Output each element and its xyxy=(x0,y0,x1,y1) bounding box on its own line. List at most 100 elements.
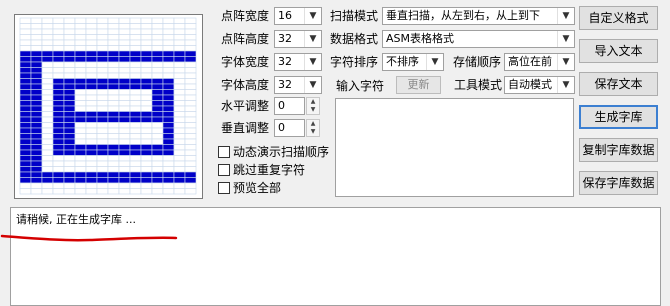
pixel-on[interactable] xyxy=(173,50,186,57)
pixel-on[interactable] xyxy=(41,56,54,63)
pixel-off[interactable] xyxy=(129,138,142,145)
pixel-off[interactable] xyxy=(140,155,153,162)
pixel-off[interactable] xyxy=(74,61,87,68)
pixel-off[interactable] xyxy=(118,17,131,24)
arrow-down-icon[interactable]: ▼ xyxy=(307,128,319,136)
pixel-off[interactable] xyxy=(85,188,98,195)
pixel-on[interactable] xyxy=(30,89,43,96)
pixel-off[interactable] xyxy=(41,78,54,85)
pixel-off[interactable] xyxy=(162,28,175,35)
generate-lib-button[interactable]: 生成字库 xyxy=(579,105,658,129)
arrow-up-icon[interactable]: ▲ xyxy=(307,120,319,128)
pixel-on[interactable] xyxy=(19,78,32,85)
import-text-button[interactable]: 导入文本 xyxy=(579,39,658,63)
pixel-off[interactable] xyxy=(63,34,76,41)
pixel-on[interactable] xyxy=(30,133,43,140)
scan-mode-select[interactable]: 垂直扫描，从左到右，从上到下 ▼ xyxy=(382,7,575,25)
pixel-off[interactable] xyxy=(173,94,186,101)
pixel-off[interactable] xyxy=(41,122,54,129)
pixel-off[interactable] xyxy=(74,138,87,145)
pixel-off[interactable] xyxy=(184,89,197,96)
pixel-off[interactable] xyxy=(140,182,153,189)
pixel-off[interactable] xyxy=(173,23,186,30)
pixel-on[interactable] xyxy=(52,50,65,57)
pixel-on[interactable] xyxy=(151,105,164,112)
pixel-on[interactable] xyxy=(52,111,65,118)
pixel-off[interactable] xyxy=(107,166,120,173)
pixel-off[interactable] xyxy=(30,182,43,189)
pixel-off[interactable] xyxy=(107,67,120,74)
pixel-on[interactable] xyxy=(151,177,164,184)
pixel-on[interactable] xyxy=(162,177,175,184)
pixel-off[interactable] xyxy=(184,45,197,52)
pixel-off[interactable] xyxy=(173,116,186,123)
pixel-off[interactable] xyxy=(118,133,131,140)
pixel-off[interactable] xyxy=(118,166,131,173)
pixel-off[interactable] xyxy=(96,166,109,173)
pixel-off[interactable] xyxy=(140,45,153,52)
pixel-off[interactable] xyxy=(96,45,109,52)
pixel-on[interactable] xyxy=(63,144,76,151)
pixel-on[interactable] xyxy=(52,133,65,140)
pixel-on[interactable] xyxy=(30,67,43,74)
pixel-on[interactable] xyxy=(30,100,43,107)
pixel-on[interactable] xyxy=(74,50,87,57)
pixel-on[interactable] xyxy=(30,155,43,162)
pixel-off[interactable] xyxy=(129,105,142,112)
pixel-off[interactable] xyxy=(85,133,98,140)
pixel-on[interactable] xyxy=(140,177,153,184)
pixel-on[interactable] xyxy=(19,100,32,107)
pixel-on[interactable] xyxy=(63,100,76,107)
pixel-off[interactable] xyxy=(151,61,164,68)
v-adjust-input[interactable]: 0 xyxy=(274,119,305,137)
pixel-off[interactable] xyxy=(129,34,142,41)
pixel-on[interactable] xyxy=(85,149,98,156)
pixel-off[interactable] xyxy=(74,122,87,129)
pixel-off[interactable] xyxy=(184,122,197,129)
pixel-on[interactable] xyxy=(52,138,65,145)
pixel-off[interactable] xyxy=(118,61,131,68)
pixel-on[interactable] xyxy=(52,144,65,151)
pixel-off[interactable] xyxy=(184,67,197,74)
pixel-off[interactable] xyxy=(41,89,54,96)
pixel-off[interactable] xyxy=(107,39,120,46)
pixel-off[interactable] xyxy=(151,67,164,74)
pixel-off[interactable] xyxy=(85,160,98,167)
pixel-on[interactable] xyxy=(162,116,175,123)
pixel-off[interactable] xyxy=(162,39,175,46)
pixel-on[interactable] xyxy=(63,177,76,184)
pixel-on[interactable] xyxy=(19,166,32,173)
pixel-off[interactable] xyxy=(96,133,109,140)
pixel-off[interactable] xyxy=(140,17,153,24)
pixel-on[interactable] xyxy=(162,105,175,112)
pixel-off[interactable] xyxy=(96,89,109,96)
pixel-off[interactable] xyxy=(129,61,142,68)
pixel-on[interactable] xyxy=(63,149,76,156)
pixel-off[interactable] xyxy=(63,39,76,46)
pixel-on[interactable] xyxy=(74,56,87,63)
pixel-on[interactable] xyxy=(162,138,175,145)
pixel-off[interactable] xyxy=(107,45,120,52)
pixel-off[interactable] xyxy=(41,94,54,101)
pixel-off[interactable] xyxy=(19,188,32,195)
pixel-off[interactable] xyxy=(173,188,186,195)
pixel-on[interactable] xyxy=(162,100,175,107)
pixel-off[interactable] xyxy=(74,23,87,30)
pixel-off[interactable] xyxy=(162,188,175,195)
pixel-off[interactable] xyxy=(41,34,54,41)
pixel-off[interactable] xyxy=(85,39,98,46)
pixel-off[interactable] xyxy=(184,127,197,134)
pixel-off[interactable] xyxy=(107,23,120,30)
pixel-off[interactable] xyxy=(129,94,142,101)
pixel-off[interactable] xyxy=(52,72,65,79)
pixel-off[interactable] xyxy=(118,182,131,189)
pixel-off[interactable] xyxy=(184,17,197,24)
pixel-on[interactable] xyxy=(140,149,153,156)
pixel-off[interactable] xyxy=(129,89,142,96)
pixel-off[interactable] xyxy=(140,28,153,35)
pixel-on[interactable] xyxy=(184,177,197,184)
pixel-off[interactable] xyxy=(129,182,142,189)
pixel-off[interactable] xyxy=(140,100,153,107)
pixel-on[interactable] xyxy=(19,138,32,145)
pixel-off[interactable] xyxy=(52,160,65,167)
